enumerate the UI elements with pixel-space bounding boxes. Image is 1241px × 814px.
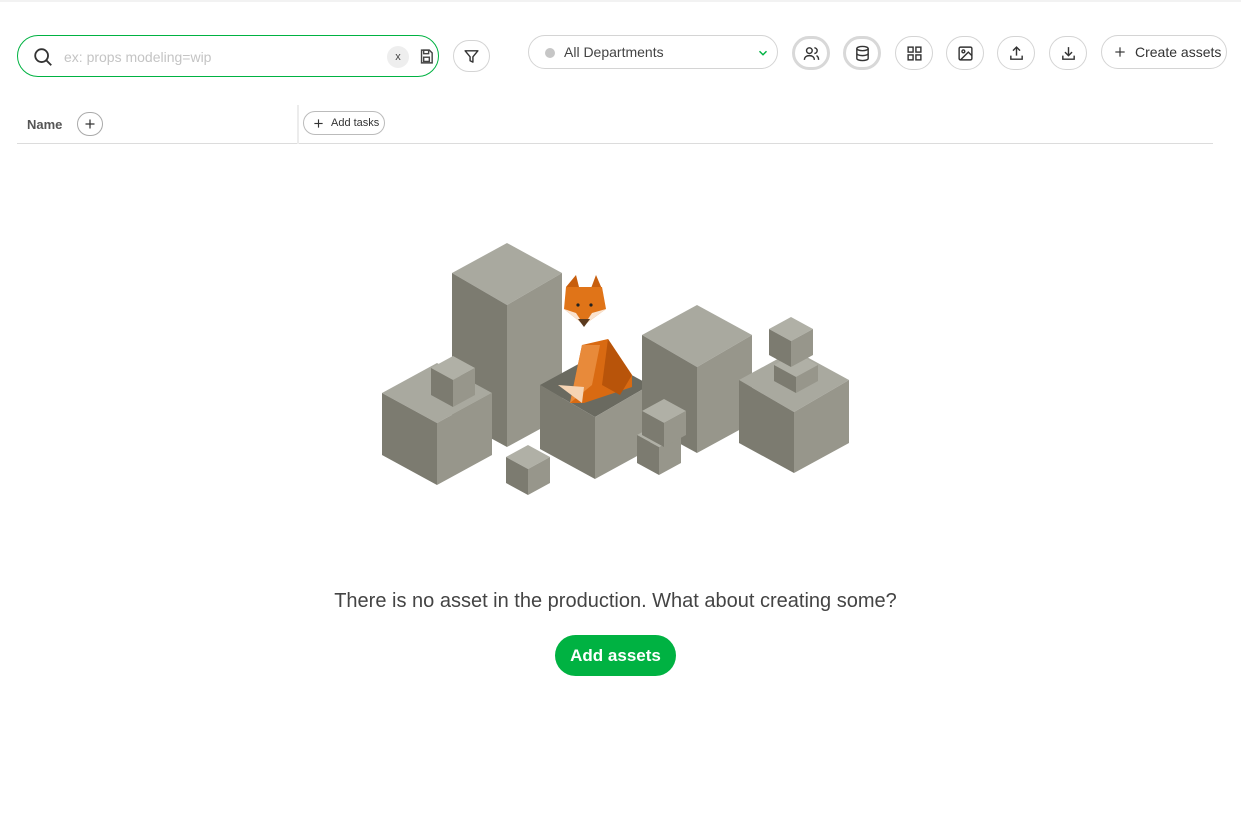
column-separator[interactable] xyxy=(297,105,299,144)
chevron-down-icon xyxy=(758,50,768,56)
department-selected-label: All Departments xyxy=(564,44,664,60)
stats-toggle-button[interactable] xyxy=(843,36,881,70)
create-assets-button[interactable]: Create assets xyxy=(1101,35,1227,69)
plus-icon xyxy=(314,119,323,128)
filter-icon xyxy=(464,49,479,63)
users-icon xyxy=(803,46,819,60)
grid-view-button[interactable] xyxy=(895,36,933,70)
search-input[interactable] xyxy=(64,46,364,68)
small-cubes-right xyxy=(769,317,818,393)
department-select[interactable]: All Departments xyxy=(528,35,778,69)
add-tasks-button[interactable]: Add tasks xyxy=(303,111,385,135)
add-column-button[interactable] xyxy=(77,112,103,136)
import-button[interactable] xyxy=(997,36,1035,70)
filter-button[interactable] xyxy=(453,40,490,72)
export-button[interactable] xyxy=(1049,36,1087,70)
grid-icon xyxy=(906,45,922,61)
add-tasks-label: Add tasks xyxy=(331,117,380,129)
image-icon xyxy=(957,45,973,61)
plus-icon xyxy=(85,119,95,129)
search-box[interactable]: x xyxy=(17,35,439,77)
small-cube-bottom xyxy=(506,445,550,495)
table-header: Name Add tasks xyxy=(17,105,1213,144)
plus-icon xyxy=(1115,47,1125,57)
people-toggle-button[interactable] xyxy=(792,36,830,70)
save-search-icon[interactable] xyxy=(418,48,435,65)
clear-search-button[interactable]: x xyxy=(387,46,409,68)
name-column-header[interactable]: Name xyxy=(27,117,62,132)
upload-icon xyxy=(1009,45,1023,60)
top-divider xyxy=(0,0,1241,2)
search-icon xyxy=(34,48,52,66)
database-icon xyxy=(855,45,869,61)
department-color-dot xyxy=(545,48,555,58)
empty-state-message: There is no asset in the production. Wha… xyxy=(334,590,897,612)
thumbnails-button[interactable] xyxy=(946,36,984,70)
download-icon xyxy=(1061,46,1075,60)
small-cubes-center xyxy=(637,399,686,475)
create-assets-label: Create assets xyxy=(1135,44,1222,60)
add-assets-button[interactable]: Add assets xyxy=(555,635,676,676)
empty-state-illustration xyxy=(382,243,849,495)
